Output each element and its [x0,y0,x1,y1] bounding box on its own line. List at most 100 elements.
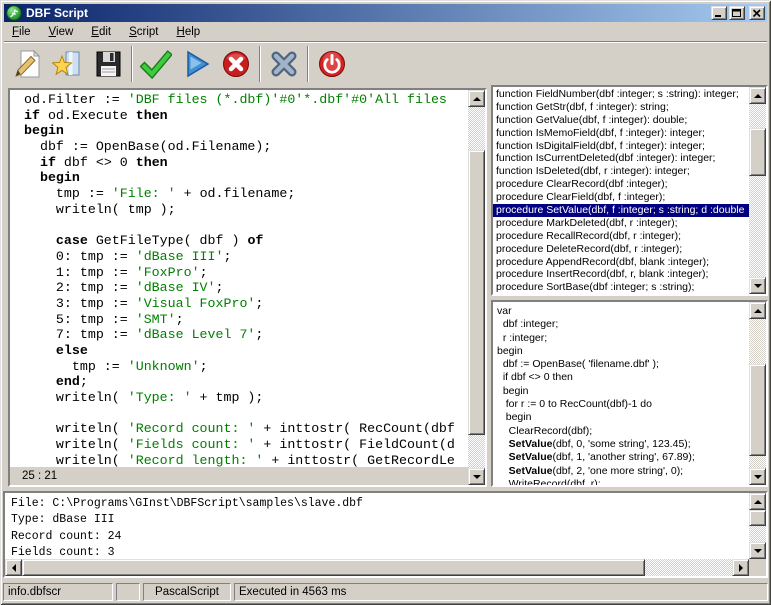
code-line: writeln( tmp ); [24,202,468,218]
menu-item-help[interactable]: Help [169,24,209,41]
code-line: end; [24,374,468,390]
function-list-item[interactable]: function IsMemoField(dbf, f :integer): i… [493,127,749,140]
function-list-item[interactable]: function IsDeleted(dbf, r :integer): int… [493,165,749,178]
code-line: dbf :integer; [497,318,749,331]
code-line: if od.Execute then [24,108,468,124]
save-button[interactable] [88,44,128,84]
sample-scrollbar-down-button[interactable] [749,468,766,485]
code-line [24,218,468,234]
function-list[interactable]: function FieldNumber(dbf :integer; s :st… [493,87,749,294]
menu-item-script[interactable]: Script [121,24,166,41]
minimize-button[interactable] [711,6,727,20]
editor-code[interactable]: od.Filter := 'DBF files (*.dbf)'#0'*.dbf… [10,90,468,467]
function-list-item[interactable]: function IsDigitalField(dbf, f :integer)… [493,140,749,153]
editor-scrollbar-down-button[interactable] [468,468,485,485]
function-list-scrollbar-up-button[interactable] [749,87,766,104]
code-line: if dbf <> 0 then [24,155,468,171]
sample-scrollbar-up-button[interactable] [749,302,766,319]
status-engine: PascalScript [143,583,231,601]
code-line: 3: tmp := 'Visual FoxPro'; [24,296,468,312]
window-controls [709,6,765,20]
output-vscrollbar-up-button[interactable] [749,493,766,510]
function-list-scrollbar[interactable] [749,87,766,294]
code-line: 5: tmp := 'SMT'; [24,312,468,328]
output-hscrollbar-right-button[interactable] [732,559,749,576]
function-list-item[interactable]: procedure MarkDeleted(dbf, r :integer); [493,217,749,230]
sample-scrollbar[interactable] [749,302,766,485]
gray-cross-icon [268,48,300,80]
code-line: case GetFileType( dbf ) of [24,233,468,249]
stop-red-cross-icon [220,48,252,80]
code-line: 1: tmp := 'FoxPro'; [24,265,468,281]
code-line: WriteRecord(dbf, r); [497,478,749,485]
code-line: dbf := OpenBase( 'filename.dbf' ); [497,358,749,371]
menu-item-file[interactable]: File [4,24,39,41]
function-list-item[interactable]: function GetStr(dbf, f :integer): string… [493,101,749,114]
close-button[interactable] [749,6,765,20]
code-line: begin [497,345,749,358]
window-title: DBF Script [26,4,709,22]
code-line: var [497,305,749,318]
code-line [24,406,468,422]
output-hscrollbar-left-button[interactable] [5,559,22,576]
code-line: if dbf <> 0 then [497,371,749,384]
function-list-item[interactable]: procedure ClearRecord(dbf :integer); [493,178,749,191]
stop-button[interactable] [216,44,256,84]
sample-code-panel: var dbf :integer; r :integer;begin dbf :… [491,300,768,487]
function-list-item[interactable]: function FieldNumber(dbf :integer; s :st… [493,88,749,101]
output-log[interactable]: File: C:\Programs\GInst\DBFScript\sample… [5,493,749,559]
function-list-item[interactable]: procedure AppendRecord(dbf, blank :integ… [493,256,749,269]
caret-position-label: 25 : 21 [22,470,57,482]
status-empty [116,583,140,601]
function-list-item[interactable]: procedure RecallRecord(dbf, r :integer); [493,230,749,243]
scrollbar-corner [749,559,766,576]
output-hscrollbar[interactable] [5,559,749,576]
editor-panel: od.Filter := 'DBF files (*.dbf)'#0'*.dbf… [8,88,487,487]
function-list-item[interactable]: procedure SortBase(dbf :integer; s :stri… [493,281,749,294]
caret-position: 25 : 21 [10,467,468,485]
new-script-button[interactable] [8,44,48,84]
star-box-icon [52,48,84,80]
maximize-button[interactable] [729,6,745,20]
output-vscrollbar[interactable] [749,493,766,559]
output-vscrollbar-down-button[interactable] [749,542,766,559]
function-list-panel: function FieldNumber(dbf :integer; s :st… [491,85,768,296]
toolbar [4,41,767,86]
output-line: Record count: 24 [11,529,749,545]
code-line: 7: tmp := 'dBase Level 7'; [24,327,468,343]
function-list-item[interactable]: procedure DeleteRecord(dbf, r :integer); [493,243,749,256]
editor-scrollbar[interactable] [468,90,485,485]
function-list-item[interactable]: function IsCurrentDeleted(dbf :integer):… [493,152,749,165]
clear-button[interactable] [264,44,304,84]
syntax-check-button[interactable] [136,44,176,84]
title-bar[interactable]: DBF Script [4,4,767,22]
toolbar-separator [131,46,133,82]
function-list-item[interactable]: function GetValue(dbf, f :integer): doub… [493,114,749,127]
function-list-item[interactable]: procedure ClearField(dbf, f :integer); [493,191,749,204]
sample-scrollbar-thumb[interactable] [749,364,766,456]
run-button[interactable] [176,44,216,84]
function-list-scrollbar-thumb[interactable] [749,128,766,176]
output-vscrollbar-thumb[interactable] [749,510,766,526]
status-file: info.dbfscr [3,583,113,601]
function-list-item[interactable]: procedure InsertRecord(dbf, r, blank :in… [493,268,749,281]
function-list-item[interactable]: procedure SetValue(dbf, f :integer; s :s… [493,204,749,217]
editor-scrollbar-thumb[interactable] [468,150,485,435]
editor-scrollbar-up-button[interactable] [468,90,485,107]
code-line: begin [24,123,468,139]
menu-item-view[interactable]: View [41,24,82,41]
code-line: od.Filter := 'DBF files (*.dbf)'#0'*.dbf… [24,92,468,108]
output-hscrollbar-thumb[interactable] [22,559,645,576]
sample-code[interactable]: var dbf :integer; r :integer;begin dbf :… [493,302,749,485]
code-line: dbf := OpenBase(od.Filename); [24,139,468,155]
output-line: Fields count: 3 [11,545,749,559]
new-document-icon [12,48,44,80]
exit-button[interactable] [312,44,352,84]
output-line: File: C:\Programs\GInst\DBFScript\sample… [11,496,749,512]
toolbar-separator [259,46,261,82]
code-line: writeln( 'Type: ' + tmp ); [24,390,468,406]
function-list-scrollbar-down-button[interactable] [749,277,766,294]
open-sample-button[interactable] [48,44,88,84]
code-line: begin [24,170,468,186]
menu-item-edit[interactable]: Edit [83,24,119,41]
